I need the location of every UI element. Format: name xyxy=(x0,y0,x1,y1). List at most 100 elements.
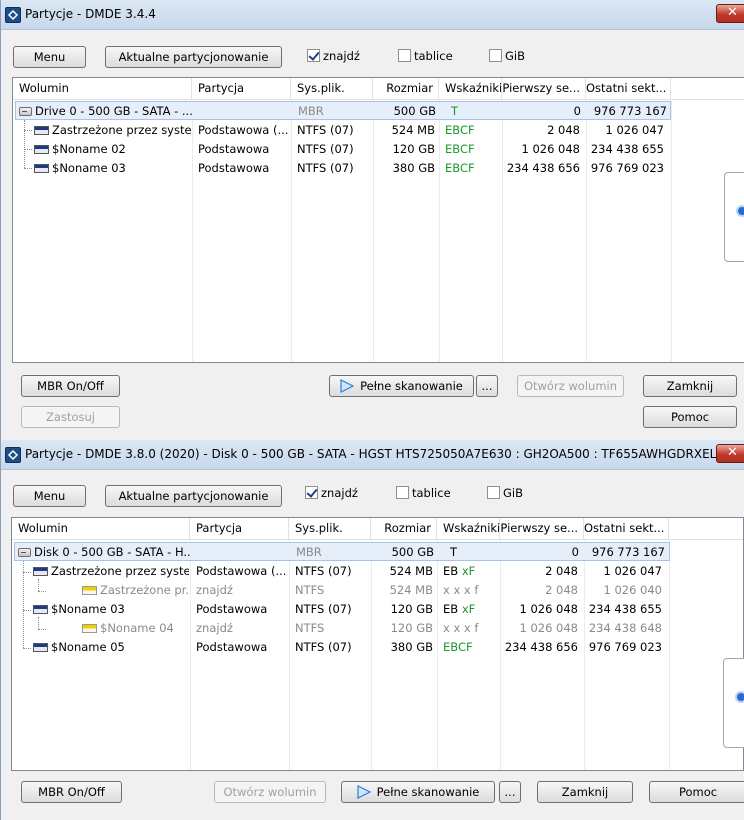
window-close-button[interactable]: ✕ xyxy=(716,444,744,463)
tables-checkbox[interactable]: tablice xyxy=(398,49,453,65)
col-header-flags[interactable]: Wskaźniki xyxy=(437,518,500,540)
first-sector-cell: 1 026 048 xyxy=(519,621,578,635)
scan-options-button[interactable]: ... xyxy=(499,781,521,803)
flags-cell: EBCF xyxy=(445,123,475,137)
col-header-volume[interactable]: Wolumin xyxy=(12,518,190,540)
table-row[interactable]: $Noname 04 znajdź NTFS 120 GB x x x f 1 … xyxy=(12,619,743,638)
table-row[interactable]: $Noname 02 Podstawowa NTFS (07) 120 GB E… xyxy=(13,140,744,159)
col-header-flags[interactable]: Wskaźniki xyxy=(439,78,502,100)
table-row[interactable]: Zastrzeżone przez system Podstawowa (...… xyxy=(13,121,744,140)
table-row[interactable]: Drive 0 - 500 GB - SATA - ... MBR 500 GB… xyxy=(15,101,671,120)
side-callout-panel xyxy=(723,658,744,748)
col-header-size[interactable]: Rozmiar xyxy=(373,78,439,100)
col-header-first-sector[interactable]: Pierwszy se... xyxy=(502,78,586,100)
filesystem-cell: MBR xyxy=(296,545,322,559)
scan-options-button[interactable]: ... xyxy=(476,375,498,397)
volume-cell: $Noname 02 xyxy=(34,140,191,159)
partition-list[interactable]: Wolumin Partycja Sys.plik. Rozmiar Wskaź… xyxy=(11,517,744,771)
col-header-filesystem[interactable]: Sys.plik. xyxy=(291,78,373,100)
flags-cell: EBCF xyxy=(443,640,473,654)
disk-drive-icon xyxy=(19,107,32,116)
full-scan-button[interactable]: Pełne skanowanie xyxy=(329,375,474,397)
volume-cell: Zastrzeżone przez system xyxy=(34,121,191,140)
col-header-first-sector[interactable]: Pierwszy se... xyxy=(500,518,584,540)
found-partition-icon xyxy=(82,586,97,595)
table-row[interactable]: Zastrzeżone pr... znajdź NTFS 524 MB x x… xyxy=(12,581,743,600)
flags-cell: EBCF xyxy=(445,142,475,156)
col-header-size[interactable]: Rozmiar xyxy=(371,518,437,540)
gib-checkbox[interactable]: GiB xyxy=(487,486,523,502)
filesystem-cell: NTFS (07) xyxy=(297,123,354,137)
checkbox-unchecked-icon xyxy=(489,49,502,62)
col-header-volume[interactable]: Wolumin xyxy=(13,78,192,100)
find-checkbox[interactable]: znajdź xyxy=(307,49,360,65)
flags-cell: x x x f xyxy=(443,583,479,597)
partition-list[interactable]: Wolumin Partycja Sys.plik. Rozmiar Wskaź… xyxy=(12,77,744,363)
info-icon xyxy=(735,691,744,703)
col-header-last-sector[interactable]: Ostatni sekt... xyxy=(586,78,671,100)
size-cell: 524 MB xyxy=(389,583,433,597)
volume-cell: $Noname 03 xyxy=(33,600,189,619)
table-row[interactable]: $Noname 03 Podstawowa NTFS (07) 120 GB E… xyxy=(12,600,743,619)
open-volume-button[interactable]: Otwórz wolumin xyxy=(517,375,624,397)
close-button[interactable]: Zamknij xyxy=(537,781,633,803)
flags-cell: T xyxy=(450,545,458,559)
size-cell: 380 GB xyxy=(390,640,433,654)
table-row[interactable]: Disk 0 - 500 GB - SATA - H... MBR 500 GB… xyxy=(14,542,670,561)
flags-cell: EB xF xyxy=(443,602,476,616)
filesystem-cell: NTFS (07) xyxy=(295,640,352,654)
full-scan-button[interactable]: Pełne skanowanie xyxy=(341,781,495,803)
col-header-filesystem[interactable]: Sys.plik. xyxy=(289,518,371,540)
current-partitioning-button[interactable]: Aktualne partycjonowanie xyxy=(105,485,282,507)
current-partitioning-button[interactable]: Aktualne partycjonowanie xyxy=(105,46,282,68)
volume-cell: Zastrzeżone przez system xyxy=(33,562,189,581)
volume-cell: Drive 0 - 500 GB - SATA - ... xyxy=(19,102,193,121)
first-sector-cell: 2 048 xyxy=(545,564,578,578)
find-checkbox[interactable]: znajdź xyxy=(305,486,358,502)
table-row[interactable]: Zastrzeżone przez system Podstawowa (...… xyxy=(12,562,743,581)
partition-cell: Podstawowa (... xyxy=(196,564,287,578)
info-icon xyxy=(736,205,744,217)
window-title: Partycje - DMDE 3.8.0 (2020) - Disk 0 - … xyxy=(25,447,717,461)
flags-cell: T xyxy=(451,104,459,118)
size-cell: 524 MB xyxy=(389,564,433,578)
partition-cell: Podstawowa xyxy=(196,640,268,654)
open-volume-button[interactable]: Otwórz wolumin xyxy=(214,781,326,803)
filesystem-cell: NTFS (07) xyxy=(297,142,354,156)
volume-cell: Disk 0 - 500 GB - SATA - H... xyxy=(18,543,190,562)
flags-cell: x x x f xyxy=(443,621,479,635)
menu-button[interactable]: Menu xyxy=(13,46,86,68)
help-button[interactable]: Pomoc xyxy=(649,781,744,803)
last-sector-cell: 976 769 023 xyxy=(588,640,662,654)
table-row[interactable]: $Noname 05 Podstawowa NTFS (07) 380 GB E… xyxy=(12,638,743,657)
window-close-button[interactable]: ✕ xyxy=(716,4,744,23)
size-cell: 120 GB xyxy=(390,621,433,635)
first-sector-cell: 1 026 048 xyxy=(521,142,580,156)
gib-checkbox[interactable]: GiB xyxy=(489,49,525,65)
mbr-toggle-button[interactable]: MBR On/Off xyxy=(21,375,120,397)
menu-button[interactable]: Menu xyxy=(13,485,86,507)
col-header-partition[interactable]: Partycja xyxy=(190,518,289,540)
tables-checkbox[interactable]: tablice xyxy=(396,486,451,502)
volume-cell: Zastrzeżone pr... xyxy=(82,581,189,600)
first-sector-cell: 0 xyxy=(573,104,581,118)
help-button[interactable]: Pomoc xyxy=(643,406,737,428)
col-header-last-sector[interactable]: Ostatni sekt... xyxy=(584,518,669,540)
mbr-toggle-button[interactable]: MBR On/Off xyxy=(21,781,122,803)
checkbox-unchecked-icon xyxy=(487,486,500,499)
partition-icon xyxy=(33,643,48,652)
apply-button[interactable]: Zastosuj xyxy=(21,406,120,428)
last-sector-cell: 1 026 047 xyxy=(603,564,662,578)
size-cell: 500 GB xyxy=(393,104,436,118)
table-row[interactable]: $Noname 03 Podstawowa NTFS (07) 380 GB E… xyxy=(13,159,744,178)
title-bar: Partycje - DMDE 3.8.0 (2020) - Disk 0 - … xyxy=(1,440,744,470)
dmde-app-icon xyxy=(5,7,21,23)
gib-checkbox-label: GiB xyxy=(503,486,523,500)
col-header-partition[interactable]: Partycja xyxy=(192,78,291,100)
last-sector-cell: 234 438 655 xyxy=(590,142,664,156)
close-button[interactable]: Zamknij xyxy=(643,375,737,397)
filesystem-cell: NTFS (07) xyxy=(295,564,352,578)
partition-cell: Podstawowa (... xyxy=(198,123,289,137)
volume-cell: $Noname 05 xyxy=(33,638,189,657)
filesystem-cell: NTFS xyxy=(295,621,325,635)
